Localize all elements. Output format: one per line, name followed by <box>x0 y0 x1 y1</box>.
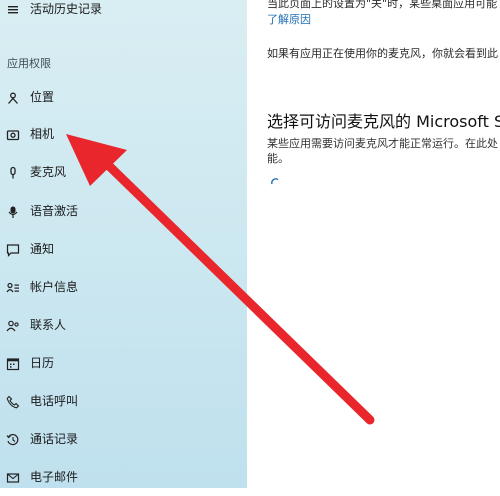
sidebar-item-label: 联系人 <box>30 318 67 332</box>
description-line: 某些应用需要访问麦克风才能正常运行。在此处 <box>267 137 498 150</box>
store-apps-description: 某些应用需要访问麦克风才能正常运行。在此处 能。 <box>267 136 500 166</box>
description-line: 能。 <box>267 152 289 165</box>
sidebar-item-label: 活动历史记录 <box>30 2 103 16</box>
location-icon <box>5 90 21 106</box>
sidebar-item-label: 相机 <box>30 127 55 141</box>
sidebar-item-label: 电话呼叫 <box>30 394 79 408</box>
history-icon <box>5 2 21 18</box>
microphone-icon <box>5 165 21 181</box>
section-title-app-permissions: 应用权限 <box>7 57 51 70</box>
camera-icon <box>5 127 21 143</box>
contacts-icon <box>5 318 21 334</box>
sidebar-item-account-info[interactable]: 帐户信息 <box>0 270 247 306</box>
sidebar-item-phone-calls[interactable]: 电话呼叫 <box>0 384 247 420</box>
account-info-icon <box>5 280 21 296</box>
notification-icon <box>5 242 21 258</box>
sidebar-item-label: 日历 <box>30 356 55 370</box>
sidebar-item-location[interactable]: 位置 <box>0 80 247 116</box>
sidebar-item-label: 麦克风 <box>30 165 67 179</box>
sidebar-item-call-history[interactable]: 通话记录 <box>0 422 247 458</box>
sidebar-item-label: 语音激活 <box>30 204 79 218</box>
sidebar-item-contacts[interactable]: 联系人 <box>0 308 247 344</box>
mic-in-use-note: 如果有应用正在使用你的麦克风，你就会看到此 <box>267 47 498 60</box>
sidebar-item-calendar[interactable]: 日历 <box>0 346 247 382</box>
settings-sidebar: 活动历史记录 应用权限 位置 相机 麦克风 语音激活 通知 帐户信息 联系人 日… <box>0 0 247 488</box>
phone-icon <box>5 394 21 410</box>
sidebar-item-notifications[interactable]: 通知 <box>0 232 247 268</box>
sidebar-item-microphone[interactable]: 麦克风 <box>0 155 247 191</box>
sidebar-item-activity-history[interactable]: 活动历史记录 <box>0 0 247 28</box>
voice-activation-icon <box>5 204 21 220</box>
sidebar-item-label: 帐户信息 <box>30 280 79 294</box>
email-icon <box>5 470 21 486</box>
sidebar-item-voice-activation[interactable]: 语音激活 <box>0 194 247 230</box>
sidebar-item-label: 电子邮件 <box>30 470 79 484</box>
learn-why-link[interactable]: 了解原因 <box>267 11 311 27</box>
section-heading-store-apps: 选择可访问麦克风的 Microsoft St <box>267 112 500 131</box>
microphone-settings-panel: 当此页面上的设置为"关"时，某些桌面应用可能 了解原因 如果有应用正在使用你的麦… <box>247 0 500 488</box>
sidebar-item-camera[interactable]: 相机 <box>0 117 247 153</box>
sidebar-item-email[interactable]: 电子邮件 <box>0 460 247 496</box>
sidebar-item-label: 位置 <box>30 90 55 104</box>
sidebar-item-label: 通知 <box>30 242 55 256</box>
call-history-icon <box>5 432 21 448</box>
calendar-icon <box>5 356 21 372</box>
desktop-apps-note: 当此页面上的设置为"关"时，某些桌面应用可能 <box>267 0 498 10</box>
loading-spinner-icon <box>271 178 279 185</box>
sidebar-item-label: 通话记录 <box>30 432 79 446</box>
